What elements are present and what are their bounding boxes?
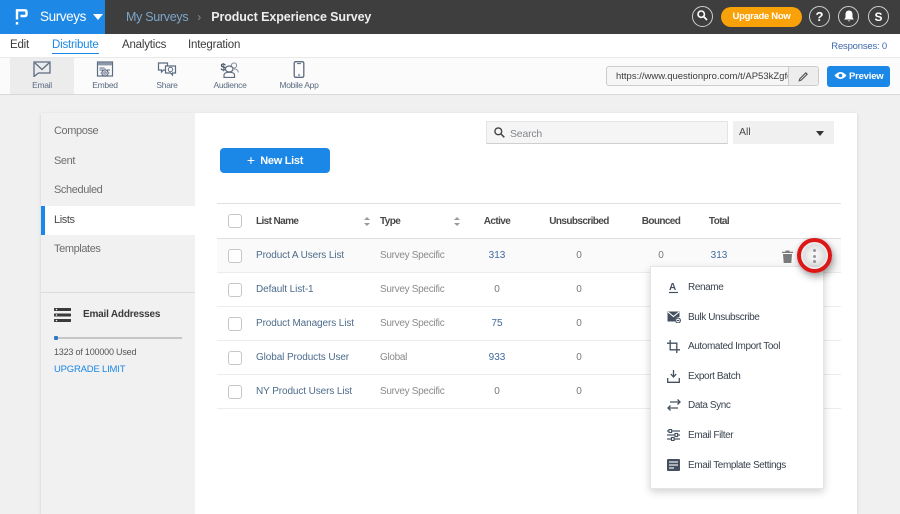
svg-text:A: A	[669, 282, 676, 293]
